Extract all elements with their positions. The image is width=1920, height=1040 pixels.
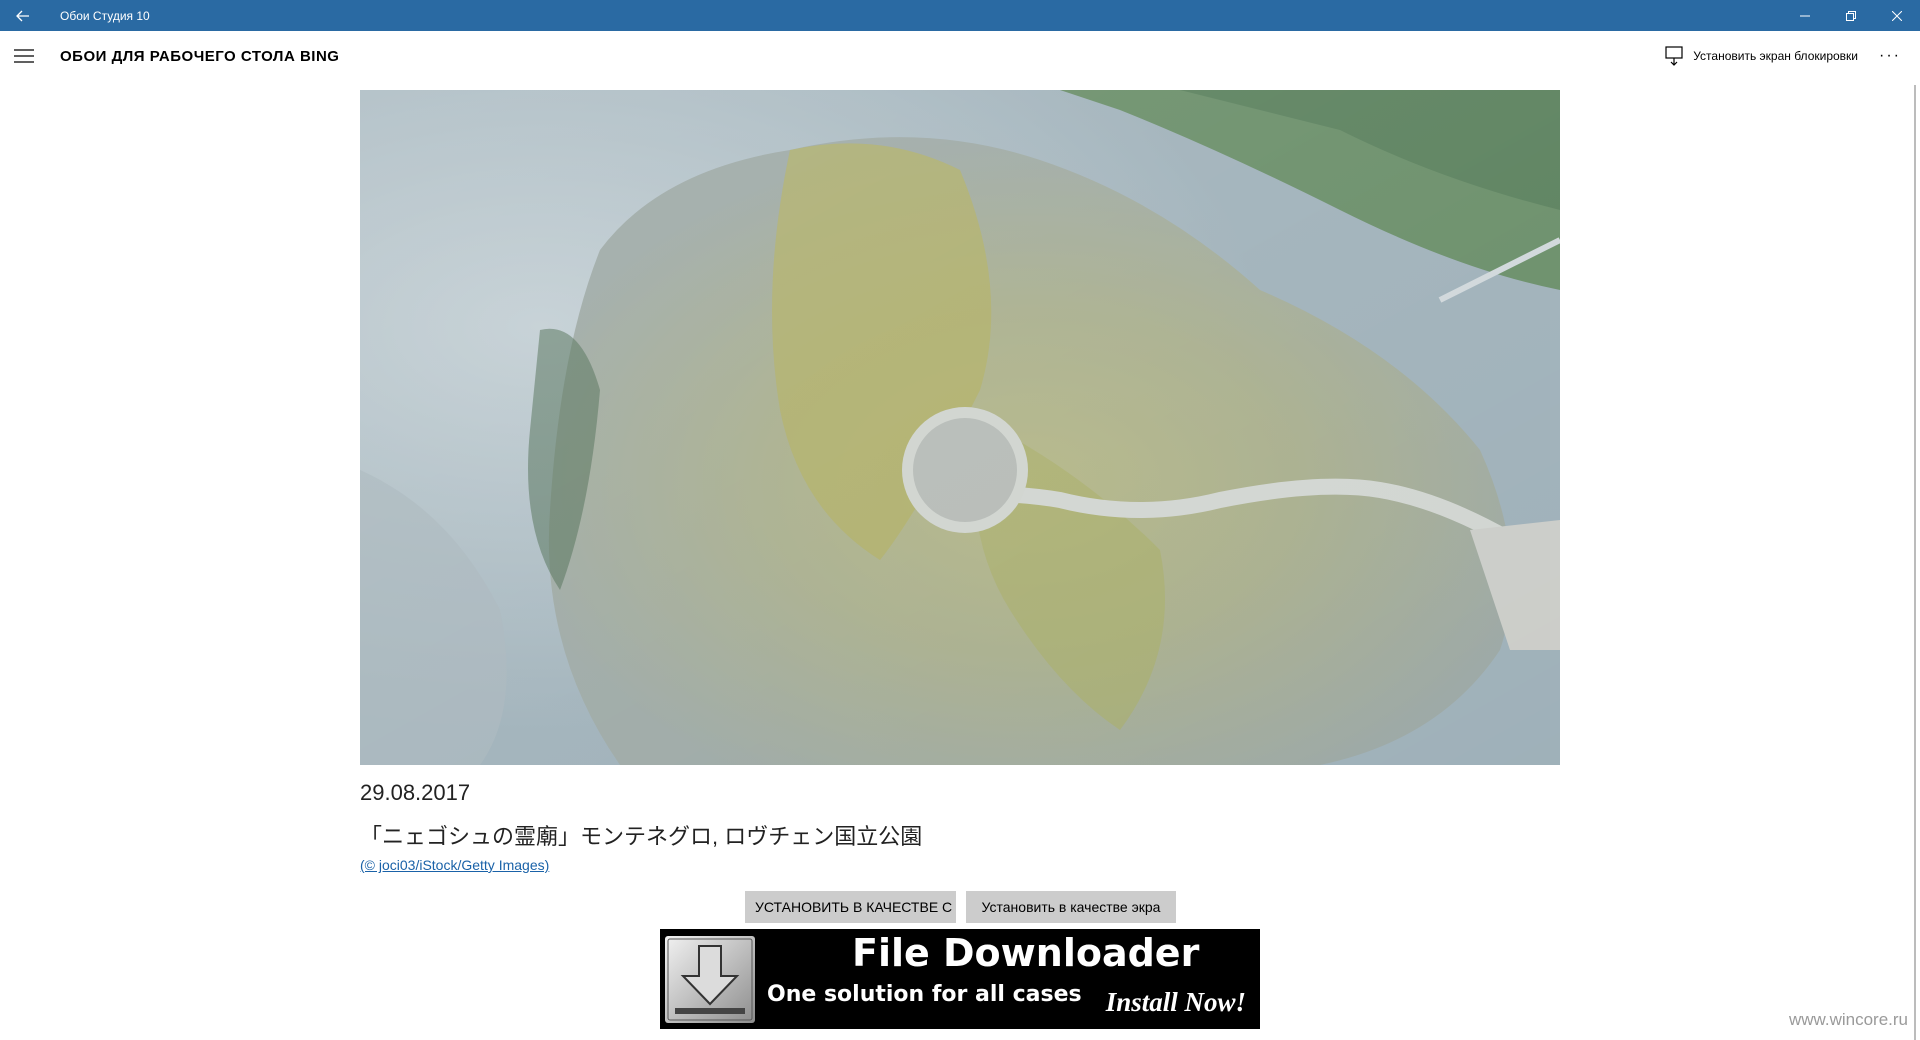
minimize-button[interactable] bbox=[1782, 0, 1828, 31]
lock-screen-icon bbox=[1665, 46, 1683, 66]
close-icon bbox=[1892, 10, 1902, 21]
app-bar: ОБОИ ДЛЯ РАБОЧЕГО СТОЛА BING Установить … bbox=[0, 31, 1920, 81]
wallpaper-date: 29.08.2017 bbox=[360, 780, 471, 805]
hamburger-menu-icon bbox=[14, 49, 34, 63]
more-options-button[interactable]: ··· bbox=[1870, 36, 1910, 76]
set-lock-button[interactable]: Установить в качестве экра bbox=[966, 891, 1176, 923]
set-lock-screen-label: Установить экран блокировки bbox=[1693, 49, 1858, 63]
ad-subtitle: One solution for all cases bbox=[767, 982, 1082, 1007]
restore-icon bbox=[1846, 10, 1856, 21]
back-arrow-icon bbox=[16, 10, 29, 21]
download-arrow-icon bbox=[665, 936, 755, 1023]
close-button[interactable] bbox=[1874, 0, 1920, 31]
watermark: www.wincore.ru bbox=[1788, 1010, 1908, 1029]
minimize-icon bbox=[1800, 15, 1810, 16]
wallpaper-image[interactable] bbox=[360, 90, 1560, 765]
restore-button[interactable] bbox=[1828, 0, 1874, 31]
window-title: Обои Студия 10 bbox=[60, 8, 150, 23]
ad-title: File Downloader bbox=[852, 931, 1200, 975]
wallpaper-caption: 「ニェゴシュの霊廟」モンテネグロ, ロヴチェン国立公園 bbox=[360, 824, 923, 849]
set-desktop-button[interactable]: УСТАНОВИТЬ В КАЧЕСТВЕ С bbox=[745, 891, 956, 923]
aerial-mountain-image bbox=[360, 90, 1560, 765]
back-button[interactable] bbox=[0, 0, 46, 31]
ad-install-link[interactable]: Install Now! bbox=[1106, 987, 1246, 1018]
vertical-scrollbar[interactable] bbox=[1914, 85, 1916, 1040]
title-bar: Обои Студия 10 bbox=[0, 0, 1920, 31]
menu-button[interactable] bbox=[0, 32, 48, 80]
set-lock-screen-button[interactable]: Установить экран блокировки bbox=[1653, 36, 1870, 76]
page-title: ОБОИ ДЛЯ РАБОЧЕГО СТОЛА BING bbox=[60, 47, 340, 65]
ad-banner[interactable]: File Downloader One solution for all cas… bbox=[660, 929, 1260, 1029]
copyright-link[interactable]: (© joci03/iStock/Getty Images) bbox=[360, 857, 549, 873]
